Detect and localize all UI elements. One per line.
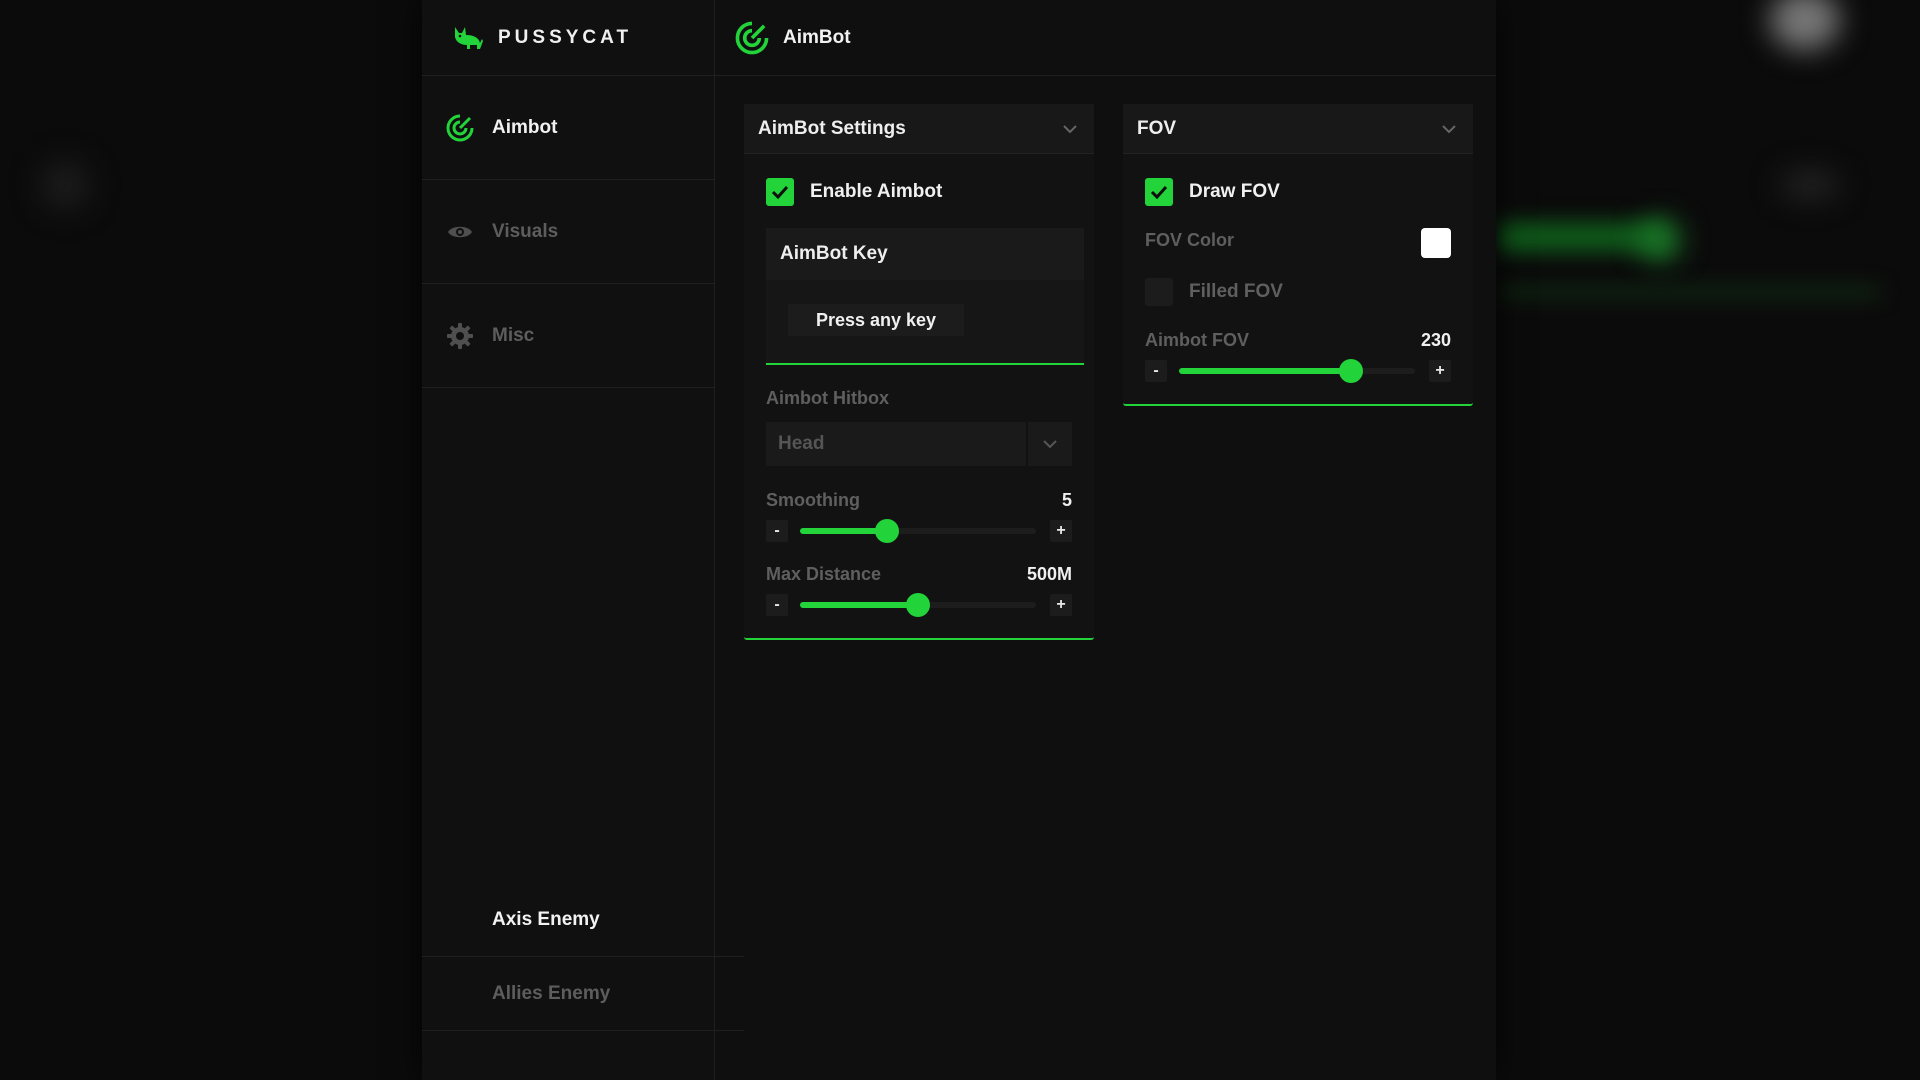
draw-fov-row: Draw FOV — [1145, 178, 1280, 206]
aimbot-hitbox-label: Aimbot Hitbox — [766, 388, 889, 408]
aimbot-fov-increment-button[interactable]: + — [1429, 360, 1451, 382]
aimbot-settings-panel: AimBot Settings Enable Aimbot AimBot Key… — [744, 104, 1094, 640]
sub-item-allies-enemy[interactable]: Allies Enemy — [422, 957, 744, 1031]
max-distance-slider-fill — [800, 602, 918, 608]
topbar: AimBot — [715, 0, 1496, 76]
filled-fov-label: Filled FOV — [1189, 281, 1283, 302]
draw-fov-checkbox[interactable] — [1145, 178, 1173, 206]
aimbot-fov-slider-thumb[interactable] — [1339, 359, 1364, 383]
fov-color-label: FOV Color — [1145, 230, 1234, 250]
filled-fov-checkbox[interactable] — [1145, 278, 1173, 306]
smoothing-value: 5 — [1061, 490, 1072, 510]
max-distance-slider[interactable] — [800, 593, 1036, 617]
sidebar-item-label: Misc — [492, 324, 535, 346]
checkmark-icon — [771, 185, 789, 199]
smoothing-slider[interactable] — [800, 519, 1036, 543]
smoothing-slider-fill — [800, 528, 888, 534]
target-icon — [735, 21, 769, 54]
filled-fov-row: Filled FOV — [1145, 278, 1283, 306]
chevron-down-icon — [1026, 422, 1072, 466]
sidebar-item-aimbot[interactable]: Aimbot — [422, 76, 714, 180]
smoothing-increment-button[interactable]: + — [1050, 520, 1072, 542]
brand-name: PUSSYCAT — [498, 26, 633, 48]
sidebar: PUSSYCAT Aimbot Visuals Misc Axis Enemy … — [422, 0, 744, 1080]
aimbot-settings-header[interactable]: AimBot Settings — [744, 104, 1094, 154]
fov-color-swatch[interactable] — [1421, 228, 1451, 258]
aimbot-fov-value: 230 — [1420, 330, 1451, 350]
enable-aimbot-row: Enable Aimbot — [766, 178, 942, 206]
eye-icon — [446, 218, 474, 246]
max-distance-value: 500M — [1026, 564, 1072, 584]
background-blur-shape — [1770, 0, 1840, 50]
background-blur-shape — [40, 160, 90, 210]
aimbot-fov-slider-fill — [1179, 368, 1352, 374]
max-distance-increment-button[interactable]: + — [1050, 594, 1072, 616]
sub-item-axis-enemy[interactable]: Axis Enemy — [422, 883, 744, 957]
aimbot-hitbox-value: Head — [778, 433, 825, 454]
sidebar-item-visuals[interactable]: Visuals — [422, 180, 714, 284]
aimbot-fov-label: Aimbot FOV — [1145, 330, 1249, 350]
aimbot-key-box: AimBot Key Press any key — [766, 228, 1084, 365]
chevron-down-icon — [1442, 124, 1456, 133]
smoothing-decrement-button[interactable]: - — [766, 520, 788, 542]
aimbot-fov-slider[interactable] — [1179, 359, 1415, 383]
max-distance-decrement-button[interactable]: - — [766, 594, 788, 616]
max-distance-label: Max Distance — [766, 564, 882, 584]
cat-logo-icon — [455, 26, 483, 49]
page-title: AimBot — [783, 26, 851, 48]
aimbot-key-title: AimBot Key — [766, 228, 1084, 280]
background-blur-shape — [1500, 288, 1880, 296]
sidebar-item-label: Visuals — [492, 220, 559, 242]
panel-title: FOV — [1137, 117, 1177, 139]
smoothing-label: Smoothing — [766, 490, 860, 510]
sub-nav: Axis Enemy Allies Enemy — [422, 883, 744, 1031]
background-blur-shape — [1640, 220, 1680, 260]
sub-item-label: Axis Enemy — [492, 908, 600, 930]
checkmark-icon — [1150, 185, 1168, 199]
aimbot-fov-decrement-button[interactable]: - — [1145, 360, 1167, 382]
aimbot-hitbox-select[interactable]: Head — [766, 422, 1072, 466]
enable-aimbot-checkbox[interactable] — [766, 178, 794, 206]
enable-aimbot-label: Enable Aimbot — [810, 181, 943, 202]
chevron-down-icon — [1063, 124, 1077, 133]
press-any-key-button[interactable]: Press any key — [788, 304, 964, 336]
gear-icon — [446, 322, 474, 350]
sidebar-item-misc[interactable]: Misc — [422, 284, 714, 388]
draw-fov-label: Draw FOV — [1189, 181, 1280, 202]
panel-title: AimBot Settings — [758, 117, 906, 139]
fov-panel: FOV Draw FOV FOV Color Filled FOV Aimbot… — [1123, 104, 1473, 406]
sub-item-label: Allies Enemy — [492, 982, 611, 1004]
smoothing-slider-thumb[interactable] — [875, 519, 900, 543]
target-icon — [446, 114, 474, 142]
brand-header: PUSSYCAT — [422, 0, 714, 76]
fov-header[interactable]: FOV — [1123, 104, 1473, 154]
max-distance-slider-thumb[interactable] — [906, 593, 930, 617]
app-window: PUSSYCAT Aimbot Visuals Misc Axis Enemy … — [422, 0, 1496, 1080]
background-blur-shape — [1780, 170, 1840, 200]
sidebar-item-label: Aimbot — [492, 116, 558, 138]
